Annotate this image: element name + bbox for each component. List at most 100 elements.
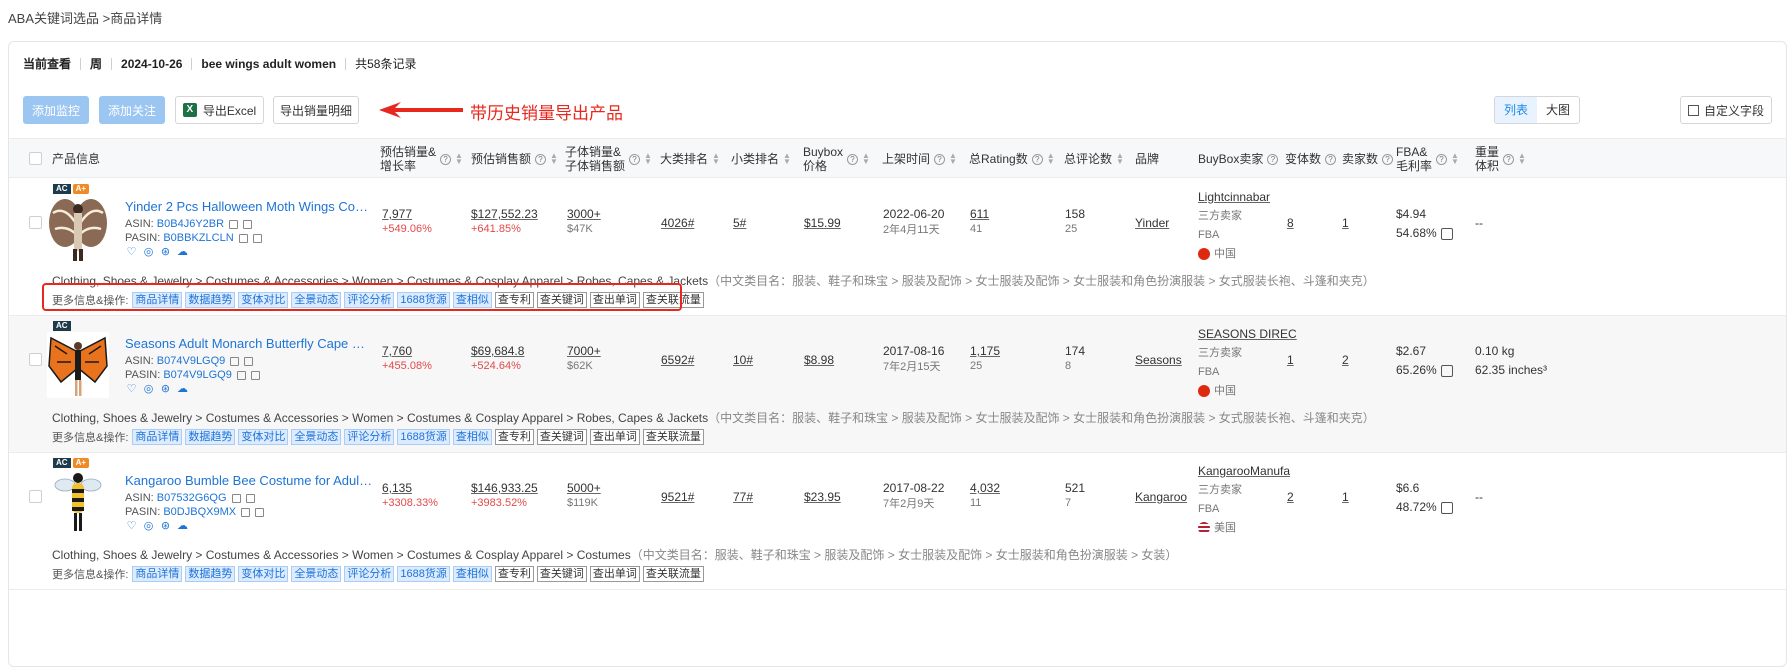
seller-count[interactable]: 2 [1342,353,1349,367]
seller-link[interactable]: Lightcinnabar [1198,190,1270,204]
copy-icon[interactable] [231,493,241,503]
action-order-words[interactable]: 查出单词 [589,566,640,582]
external-link-icon[interactable] [255,507,265,517]
col-fba-margin[interactable]: FBA& 毛利率 ? ▲ ▼ [1396,139,1459,179]
row-checkbox[interactable] [29,490,42,503]
sort-icon[interactable]: ▲ ▼ [1047,152,1055,166]
external-link-icon[interactable] [252,233,262,243]
action-data-trend[interactable]: 数据趋势 [185,429,236,445]
sort-icon[interactable]: ▲ ▼ [550,152,558,166]
buybox-price[interactable]: $15.99 [804,216,841,230]
col-rating-count[interactable]: 总Rating数 ? ▲ ▼ [969,139,1055,179]
info-icon[interactable]: ? [1436,153,1448,165]
est-sales-value[interactable]: 7,977 [382,207,412,221]
product-image[interactable] [47,332,109,398]
col-buybox-price[interactable]: Buybox 价格 ? ▲ ▼ [803,139,870,179]
col-variants[interactable]: 变体数 ? [1285,139,1337,179]
calculator-icon[interactable] [1440,364,1453,377]
action-review-analysis[interactable]: 评论分析 [344,566,395,582]
sort-icon[interactable]: ▲ ▼ [644,152,652,166]
action-1688-source[interactable]: 1688货源 [397,566,450,582]
col-review-count[interactable]: 总评论数 ▲ ▼ [1064,139,1124,179]
refresh-cloud-icon[interactable]: ☁ [176,383,189,396]
action-product-detail[interactable]: 商品详情 [132,566,183,582]
action-data-trend[interactable]: 数据趋势 [185,566,236,582]
col-buybox-seller[interactable]: BuyBox卖家 ? [1198,139,1279,179]
row-checkbox[interactable] [29,216,42,229]
sub-rank[interactable]: 10# [733,353,753,367]
info-icon[interactable]: ? [440,153,452,165]
info-icon[interactable]: ? [934,153,946,165]
add-follow-button[interactable]: 添加关注 [99,96,165,124]
brand-link[interactable]: Kangaroo [1135,490,1187,504]
brand-link[interactable]: Seasons [1135,353,1182,367]
asin-link[interactable]: B07532G6QG [157,492,227,504]
export-sales-detail-button[interactable]: 导出销量明细 [273,96,359,124]
col-est-revenue[interactable]: 预估销售额 ? ▲ ▼ [471,139,558,179]
est-sales-value[interactable]: 6,135 [382,481,412,495]
info-icon[interactable]: ? [535,153,547,165]
action-find-similar[interactable]: 查相似 [452,429,492,445]
table-row[interactable]: AC Seasons Adult Monarch Butterfly Cape … [9,316,1786,453]
favorite-heart-icon[interactable]: ♡ [125,246,138,259]
export-excel-button[interactable]: X 导出Excel [175,96,264,124]
compare-icon[interactable]: ⊛ [159,383,172,396]
sort-icon[interactable]: ▲ ▼ [712,152,720,166]
est-revenue-value[interactable]: $69,684.8 [471,344,524,358]
product-image[interactable] [47,469,109,535]
product-image[interactable] [47,195,109,261]
child-sales-value[interactable]: 5000+ [567,481,601,495]
main-rank[interactable]: 4026# [661,216,694,230]
copy-icon[interactable] [230,356,240,366]
calculator-icon[interactable] [1440,501,1453,514]
action-related-traffic[interactable]: 查关联流量 [642,566,704,582]
rating-count-value[interactable]: 4,032 [970,481,1000,495]
variant-count[interactable]: 2 [1287,490,1294,504]
info-icon[interactable]: ? [847,153,859,165]
rating-count-value[interactable]: 611 [970,207,989,221]
col-weight-volume[interactable]: 重量 体积 ? ▲ ▼ [1475,139,1526,179]
favorite-heart-icon[interactable]: ♡ [125,383,138,396]
action-variant-compare[interactable]: 变体对比 [238,566,289,582]
monitor-icon[interactable]: ◎ [142,520,155,533]
col-listed[interactable]: 上架时间 ? ▲ ▼ [882,139,957,179]
row-checkbox[interactable] [29,353,42,366]
info-icon[interactable]: ? [1267,153,1279,165]
sort-icon[interactable]: ▲ ▼ [949,152,957,166]
est-revenue-value[interactable]: $127,552.23 [471,207,538,221]
info-icon[interactable]: ? [1031,153,1043,165]
monitor-icon[interactable]: ◎ [142,246,155,259]
action-related-traffic[interactable]: 查关联流量 [642,429,704,445]
favorite-heart-icon[interactable]: ♡ [125,520,138,533]
sort-icon[interactable]: ▲ ▼ [455,152,463,166]
select-all-checkbox[interactable] [29,152,42,165]
col-main-rank[interactable]: 大类排名 ▲ ▼ [660,139,720,179]
sort-icon[interactable]: ▲ ▼ [1518,152,1526,166]
col-est-sales[interactable]: 预估销量& 增长率 ? ▲ ▼ [380,139,463,179]
rating-count-value[interactable]: 1,175 [970,344,1000,358]
pasin-link[interactable]: B074V9LGQ9 [163,369,232,381]
pasin-link[interactable]: B0BBKZLCLN [163,232,233,244]
action-patent[interactable]: 查专利 [494,429,534,445]
seller-link[interactable]: SEASONS DIREC [1198,327,1297,341]
main-rank[interactable]: 9521# [661,490,694,504]
calculator-icon[interactable] [1440,227,1453,240]
action-review-analysis[interactable]: 评论分析 [344,429,395,445]
variant-count[interactable]: 1 [1287,353,1294,367]
compare-icon[interactable]: ⊛ [159,246,172,259]
info-icon[interactable]: ? [1325,153,1337,165]
view-list-tab[interactable]: 列表 [1494,97,1537,123]
sort-icon[interactable]: ▲ ▼ [783,152,791,166]
copy-icon[interactable] [229,219,239,229]
main-rank[interactable]: 6592# [661,353,694,367]
sub-rank[interactable]: 77# [733,490,753,504]
compare-icon[interactable]: ⊛ [159,520,172,533]
action-find-similar[interactable]: 查相似 [452,566,492,582]
brand-link[interactable]: Yinder [1135,216,1169,230]
col-sub-rank[interactable]: 小类排名 ▲ ▼ [731,139,791,179]
copy-icon[interactable] [236,370,246,380]
monitor-icon[interactable]: ◎ [142,383,155,396]
sort-icon[interactable]: ▲ ▼ [1116,152,1124,166]
external-link-icon[interactable] [250,370,260,380]
col-sellers[interactable]: 卖家数 ? [1342,139,1394,179]
